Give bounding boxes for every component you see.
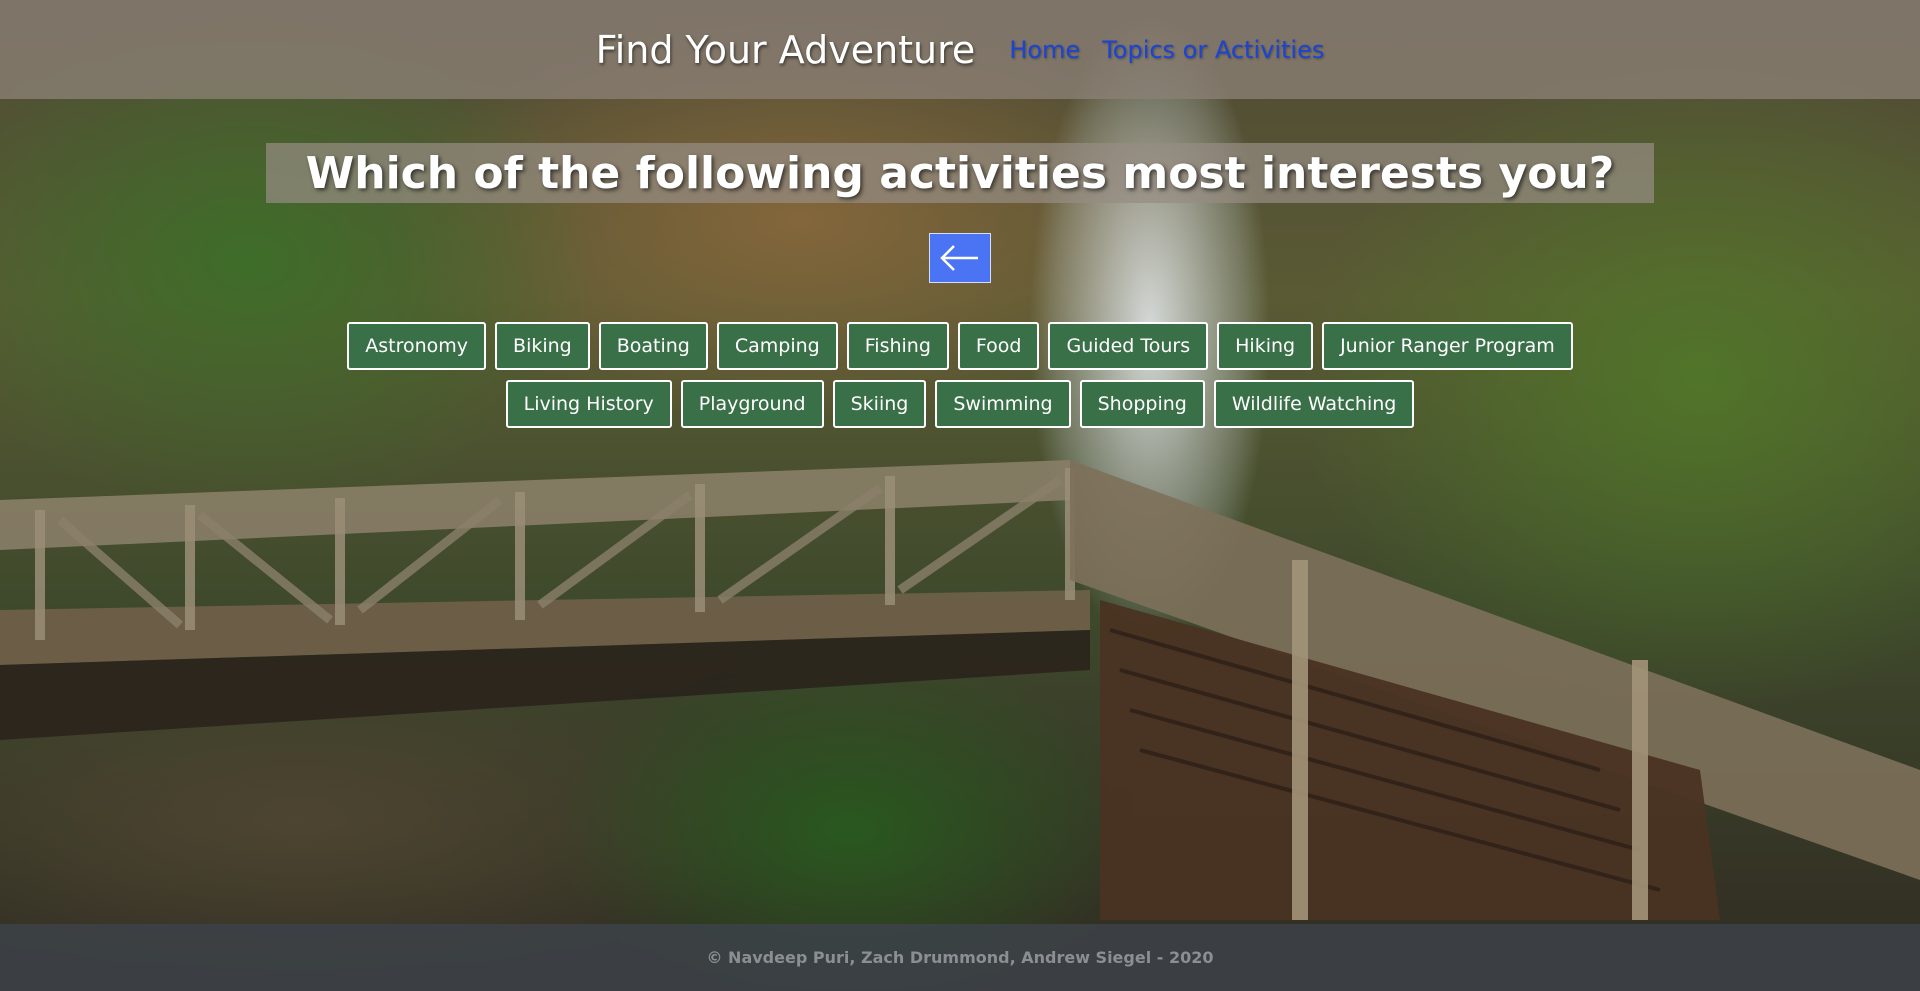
activity-button-camping[interactable]: Camping bbox=[716, 322, 838, 370]
activity-button-shopping[interactable]: Shopping bbox=[1079, 380, 1205, 428]
footer-copyright: © Navdeep Puri, Zach Drummond, Andrew Si… bbox=[706, 948, 1214, 967]
site-header: Find Your Adventure Home Topics or Activ… bbox=[0, 0, 1920, 99]
activity-button-fishing[interactable]: Fishing bbox=[846, 322, 949, 370]
activity-button-hiking[interactable]: Hiking bbox=[1217, 322, 1314, 370]
question-banner: Which of the following activities most i… bbox=[266, 143, 1654, 203]
activity-button-group: Astronomy Biking Boating Camping Fishing… bbox=[280, 322, 1640, 428]
arrow-left-icon bbox=[940, 245, 978, 271]
back-button[interactable] bbox=[929, 233, 991, 283]
activity-button-food[interactable]: Food bbox=[957, 322, 1040, 370]
activity-button-junior-ranger-program[interactable]: Junior Ranger Program bbox=[1322, 322, 1573, 370]
activity-button-living-history[interactable]: Living History bbox=[505, 380, 672, 428]
activity-button-playground[interactable]: Playground bbox=[680, 380, 824, 428]
nav-link-home[interactable]: Home bbox=[1009, 36, 1080, 64]
nav-link-topics-activities[interactable]: Topics or Activities bbox=[1102, 36, 1324, 64]
site-title: Find Your Adventure bbox=[595, 27, 976, 72]
site-footer: © Navdeep Puri, Zach Drummond, Andrew Si… bbox=[0, 924, 1920, 991]
bridge-illustration bbox=[0, 460, 1920, 920]
main-nav: Home Topics or Activities bbox=[1009, 36, 1324, 64]
activity-button-guided-tours[interactable]: Guided Tours bbox=[1048, 322, 1209, 370]
activity-button-astronomy[interactable]: Astronomy bbox=[347, 322, 487, 370]
activity-button-boating[interactable]: Boating bbox=[598, 322, 708, 370]
activity-button-skiing[interactable]: Skiing bbox=[832, 380, 927, 428]
question-text: Which of the following activities most i… bbox=[305, 147, 1615, 199]
activity-button-wildlife-watching[interactable]: Wildlife Watching bbox=[1213, 380, 1415, 428]
activity-button-biking[interactable]: Biking bbox=[495, 322, 590, 370]
activity-button-swimming[interactable]: Swimming bbox=[935, 380, 1071, 428]
